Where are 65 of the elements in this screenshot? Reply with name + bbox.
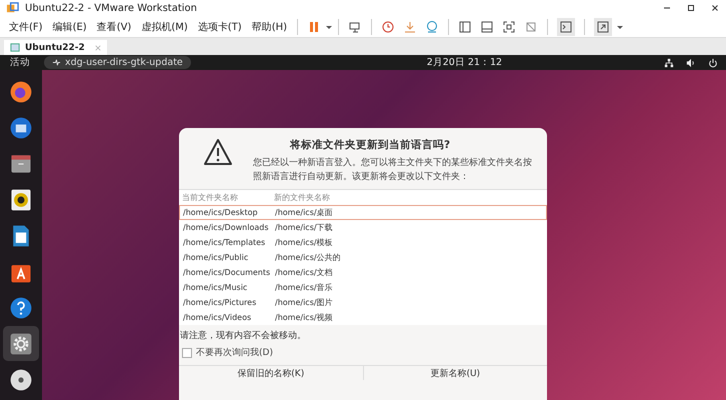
folder-row[interactable]: /home/ics/Videos /home/ics/视频 — [179, 310, 547, 325]
note-text: 请注意，现有内容不会被移动。 — [180, 330, 307, 342]
sparkle-icon — [52, 58, 61, 67]
menu-item[interactable]: 文件(F) — [4, 20, 48, 34]
dialog-description: 您已经以一种新语言登入。您可以将主文件夹下的某些标准文件夹名按照新语言进行自动更新。该更新将会更改以下文件夹： — [253, 156, 533, 184]
activities-button[interactable]: 活动 — [10, 56, 30, 69]
sidebar-layout-icon[interactable] — [458, 20, 472, 34]
menu-item[interactable]: 查看(V) — [92, 20, 136, 34]
table-cell-text: /home/ics/Templates — [183, 238, 266, 247]
vm-icon — [10, 42, 21, 53]
checkbox-label[interactable]: 不要再次询问我(D) — [196, 346, 273, 359]
folder-row[interactable]: /home/ics/Templates /home/ics/模板 — [179, 235, 547, 250]
table-cell-text: /home/ics/Pictures — [183, 298, 258, 307]
browser-icon — [8, 78, 34, 104]
app-logo-icon — [6, 2, 19, 14]
table-cell-text: /home/ics/桌面 — [275, 207, 334, 218]
column-header[interactable]: 当前文件夹名称 — [182, 192, 274, 203]
menu-item[interactable]: 编辑(E) — [48, 20, 92, 34]
dock-launcher[interactable] — [3, 326, 39, 361]
menu-item[interactable]: 帮助(H) — [246, 20, 292, 34]
checkbox[interactable] — [182, 348, 192, 358]
vm-tab[interactable]: Ubuntu22-2 — [4, 40, 107, 55]
table-cell-text: /home/ics/文档 — [275, 267, 334, 278]
tab-label: Ubuntu22-2 — [25, 42, 85, 52]
volume-icon[interactable] — [686, 58, 696, 68]
folder-row[interactable]: /home/ics/Public /home/ics/公共的 — [179, 250, 547, 265]
window-title: Ubuntu22-2 - VMware Workstation — [25, 2, 197, 14]
table-cell-text: /home/ics/Desktop — [183, 208, 259, 217]
table-cell-text: /home/ics/下载 — [275, 222, 334, 233]
network-icon[interactable] — [664, 58, 674, 68]
bottom-panel-icon[interactable] — [480, 20, 494, 34]
table-cell-text: /home/ics/Downloads — [183, 223, 270, 232]
menu-item[interactable]: 选项卡(T) — [192, 20, 247, 34]
fullscreen-icon[interactable] — [502, 20, 516, 34]
help-icon — [8, 294, 34, 320]
devices-icon[interactable] — [348, 20, 362, 34]
power-icon[interactable] — [708, 58, 718, 68]
settings-icon — [8, 330, 34, 356]
menu-item[interactable]: 虚拟机(M) — [136, 20, 193, 34]
warning-icon — [203, 138, 233, 166]
folder-row[interactable]: /home/ics/Documents /home/ics/文档 — [179, 265, 547, 280]
table-cell-text: /home/ics/视频 — [275, 312, 334, 323]
table-cell-text: /home/ics/音乐 — [275, 282, 334, 293]
maximize-icon[interactable] — [686, 3, 696, 13]
stretch-icon[interactable] — [594, 18, 612, 36]
folder-row[interactable]: /home/ics/Desktop /home/ics/桌面 — [179, 205, 547, 220]
mail-icon — [8, 114, 34, 140]
dialog-title: 将标准文件夹更新到当前语言吗? — [290, 138, 450, 152]
folder-row[interactable]: /home/ics/Pictures /home/ics/图片 — [179, 295, 547, 310]
table-cell-text: /home/ics/公共的 — [275, 252, 342, 263]
app-menu[interactable]: xdg-user-dirs-gtk-update — [44, 56, 191, 69]
table-cell-text: /home/ics/Music — [183, 283, 248, 292]
clock[interactable]: 2月20日 21：12 — [426, 56, 502, 69]
terminal-icon[interactable] — [557, 18, 576, 36]
folder-row[interactable]: /home/ics/Music /home/ics/音乐 — [179, 280, 547, 295]
table-cell-text: /home/ics/Videos — [183, 313, 252, 322]
folder-row[interactable]: /home/ics/Downloads /home/ics/下载 — [179, 220, 547, 235]
column-header[interactable]: 新的文件夹名称 — [274, 192, 366, 203]
table-cell-text: /home/ics/模板 — [275, 237, 334, 248]
table-cell-text: /home/ics/图片 — [275, 297, 334, 308]
table-cell-text: /home/ics/Public — [183, 253, 250, 262]
close-icon[interactable] — [710, 3, 720, 13]
disc-icon — [8, 366, 34, 392]
download-icon[interactable] — [403, 20, 418, 34]
table-cell-text: /home/ics/Documents — [183, 268, 272, 277]
